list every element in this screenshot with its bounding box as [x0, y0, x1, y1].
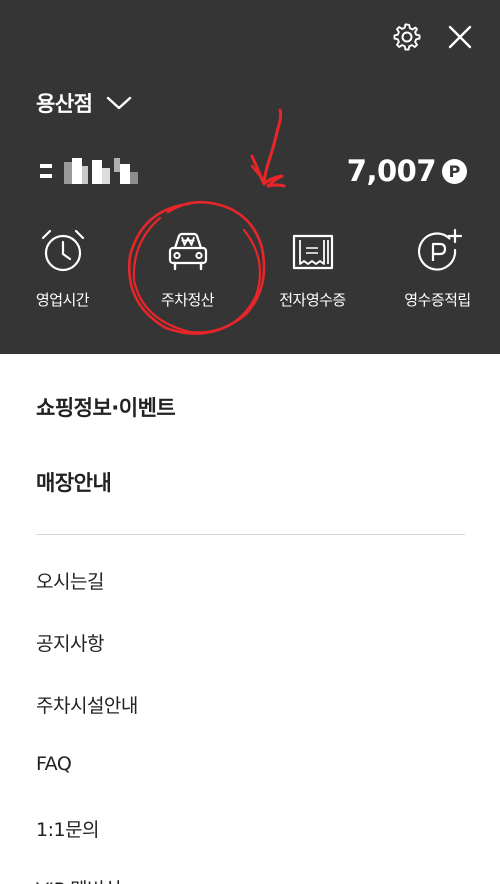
close-icon	[448, 25, 472, 49]
quick-label: 영수증적립	[404, 291, 471, 309]
point-p-icon: P	[442, 158, 467, 184]
menu-directions[interactable]: 오시는길	[36, 567, 104, 594]
user-name-redacted	[40, 158, 138, 184]
menu-faq[interactable]: FAQ	[36, 753, 72, 775]
receipt-icon	[292, 234, 333, 270]
quick-label: 주차정산	[160, 291, 215, 309]
quick-menu: 영업시간 주차정산 전자영수증 영수증적립	[0, 226, 500, 310]
settings-button[interactable]	[389, 19, 425, 55]
menu-parking-info[interactable]: 주차시설안내	[36, 691, 138, 718]
annotation-arrow	[250, 108, 286, 188]
gear-icon	[393, 23, 421, 51]
quick-label: 영업시간	[35, 291, 90, 309]
points-value: 7,007	[346, 154, 437, 188]
alarm-clock-icon	[41, 229, 84, 272]
close-button[interactable]	[442, 19, 478, 55]
chevron-down-icon	[107, 96, 132, 110]
menu-shopping-events[interactable]: 쇼핑정보·이벤트	[36, 392, 176, 422]
menu-divider	[36, 534, 465, 535]
car-won-icon	[168, 232, 207, 271]
quick-business-hours[interactable]: 영업시간	[0, 226, 125, 310]
point-plus-icon	[417, 228, 462, 271]
menu-inquiry[interactable]: 1:1문의	[36, 815, 100, 842]
quick-e-receipt[interactable]: 전자영수증	[250, 226, 375, 310]
quick-receipt-points[interactable]: 영수증적립	[375, 226, 500, 310]
menu-vip-membership[interactable]: VIP 멤버십	[36, 875, 122, 884]
store-selector[interactable]: 용산점	[36, 88, 132, 118]
quick-label: 전자영수증	[279, 291, 346, 309]
header-panel: 용산점 7,007 P 영업시간 주차정산 전자영수증 영수증적립	[0, 0, 500, 354]
points-display[interactable]: 7,007 P	[347, 154, 467, 188]
quick-parking-payment[interactable]: 주차정산	[125, 226, 250, 310]
menu-store-guide[interactable]: 매장안내	[36, 467, 112, 497]
store-name: 용산점	[36, 92, 93, 116]
menu-notices[interactable]: 공지사항	[36, 629, 104, 656]
